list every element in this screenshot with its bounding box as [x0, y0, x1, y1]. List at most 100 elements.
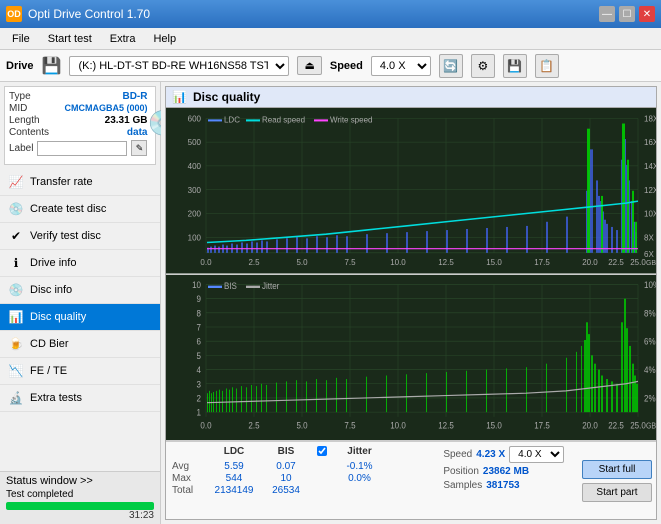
disc-fields: Type BD-R MID CMCMAGBA5 (000) Length 23.… [9, 91, 147, 156]
stats-max-jitter: 0.0% [332, 473, 387, 484]
svg-text:4%: 4% [644, 364, 656, 375]
svg-text:7: 7 [197, 321, 202, 332]
disc-label-input[interactable] [37, 141, 127, 156]
svg-text:14X: 14X [644, 162, 656, 171]
stats-header-row: LDC BIS Jitter [172, 446, 433, 459]
stats-avg-jitter: -0.1% [332, 461, 387, 472]
speed-selector[interactable]: 4.0 X [371, 56, 431, 76]
stats-total-spacer2 [332, 485, 387, 496]
svg-text:3: 3 [197, 378, 202, 389]
start-part-button[interactable]: Start part [582, 483, 652, 502]
speed-stat-value: 4.23 X [476, 449, 505, 460]
nav-cd-bier-label: CD Bier [30, 338, 69, 350]
svg-text:Write speed: Write speed [330, 115, 372, 124]
disc-info-header: Type BD-R MID CMCMAGBA5 (000) Length 23.… [9, 91, 151, 156]
chart2-container: 10 9 8 7 6 5 4 3 2 1 10% 8% 6% [166, 275, 656, 442]
svg-text:22.5: 22.5 [608, 420, 624, 431]
stats-total-ldc: 2134149 [208, 485, 260, 496]
minimize-button[interactable]: — [599, 6, 615, 22]
svg-text:500: 500 [188, 138, 202, 147]
titlebar: OD Opti Drive Control 1.70 — ☐ ✕ [0, 0, 661, 28]
nav-disc-quality[interactable]: 📊 Disc quality [0, 304, 160, 331]
stats-table: LDC BIS Jitter Avg 5.59 0.07 -0.1% [166, 442, 439, 519]
stats-max-ldc: 544 [208, 473, 260, 484]
menubar: File Start test Extra Help [0, 28, 661, 50]
time-display: 31:23 [6, 510, 154, 521]
maximize-button[interactable]: ☐ [619, 6, 635, 22]
svg-text:16X: 16X [644, 138, 656, 147]
jitter-checkbox-cell[interactable] [312, 446, 332, 459]
titlebar-controls: — ☐ ✕ [599, 6, 655, 22]
info-button[interactable]: 📋 [535, 54, 559, 78]
svg-text:10.0: 10.0 [390, 258, 406, 267]
svg-text:10: 10 [192, 279, 201, 290]
eject-button[interactable]: ⏏ [297, 56, 321, 75]
svg-text:8%: 8% [644, 307, 656, 318]
disc-type-value: BD-R [122, 91, 147, 102]
stats-avg-label: Avg [172, 461, 208, 472]
disc-quality-panel: 📊 Disc quality [165, 86, 657, 520]
nav-create-test-disc[interactable]: 💿 Create test disc [0, 196, 160, 223]
bottom-stats: LDC BIS Jitter Avg 5.59 0.07 -0.1% [166, 441, 656, 519]
disc-length-row: Length 23.31 GB [9, 115, 147, 126]
disc-mid-label: MID [9, 103, 27, 114]
stats-total-row: Total 2134149 26534 [172, 485, 433, 496]
nav-extra-tests[interactable]: 🔬 Extra tests [0, 385, 160, 412]
save-button[interactable]: 💾 [503, 54, 527, 78]
drive-selector[interactable]: (K:) HL-DT-ST BD-RE WH16NS58 TST4 [69, 56, 289, 76]
sidebar-nav: 📈 Transfer rate 💿 Create test disc ✔ Ver… [0, 169, 160, 471]
nav-drive-info[interactable]: ℹ Drive info [0, 250, 160, 277]
svg-text:6: 6 [197, 336, 202, 347]
svg-text:7.5: 7.5 [344, 258, 356, 267]
stats-avg-row: Avg 5.59 0.07 -0.1% [172, 461, 433, 472]
drive-info-icon: ℹ [8, 255, 24, 271]
app-icon: OD [6, 6, 22, 22]
speed-stat-dropdown[interactable]: 4.0 X [509, 446, 564, 463]
disc-contents-label: Contents [9, 127, 49, 138]
sidebar-status[interactable]: Status window >> Test completed 31:23 [0, 471, 160, 524]
svg-text:400: 400 [188, 162, 202, 171]
svg-text:22.5: 22.5 [608, 258, 624, 267]
nav-disc-info[interactable]: 💿 Disc info [0, 277, 160, 304]
svg-text:Read speed: Read speed [262, 115, 305, 124]
svg-text:4: 4 [197, 364, 202, 375]
stats-total-label: Total [172, 485, 208, 496]
nav-transfer-rate[interactable]: 📈 Transfer rate [0, 169, 160, 196]
stats-header-empty [172, 446, 208, 459]
start-full-button[interactable]: Start full [582, 460, 652, 479]
stats-total-bis: 26534 [260, 485, 312, 496]
settings-button[interactable]: ⚙ [471, 54, 495, 78]
app-title: Opti Drive Control 1.70 [28, 7, 150, 21]
chart1-container: 600 500 400 300 200 100 18X 16X 14X 12X … [166, 108, 656, 275]
disc-info-panel: Type BD-R MID CMCMAGBA5 (000) Length 23.… [4, 86, 156, 165]
svg-text:2%: 2% [644, 392, 656, 403]
menu-extra[interactable]: Extra [102, 31, 144, 47]
menu-help[interactable]: Help [145, 31, 184, 47]
jitter-checkbox[interactable] [317, 446, 327, 456]
disc-contents-row: Contents data [9, 127, 147, 138]
panel-header-icon: 📊 [172, 90, 187, 104]
nav-cd-bier[interactable]: 🍺 CD Bier [0, 331, 160, 358]
nav-verify-test-disc[interactable]: ✔ Verify test disc [0, 223, 160, 250]
position-stat-value: 23862 MB [483, 466, 529, 477]
svg-text:10.0: 10.0 [390, 420, 406, 431]
status-completed: Test completed [6, 489, 154, 500]
svg-text:2.5: 2.5 [248, 258, 260, 267]
nav-disc-quality-label: Disc quality [30, 311, 86, 323]
svg-text:300: 300 [188, 186, 202, 195]
svg-text:5: 5 [197, 350, 202, 361]
menu-file[interactable]: File [4, 31, 38, 47]
close-button[interactable]: ✕ [639, 6, 655, 22]
svg-text:100: 100 [188, 233, 202, 242]
svg-text:15.0: 15.0 [486, 420, 502, 431]
menu-start-test[interactable]: Start test [40, 31, 100, 47]
svg-text:9: 9 [197, 293, 202, 304]
nav-fe-te[interactable]: 📉 FE / TE [0, 358, 160, 385]
refresh-button[interactable]: 🔄 [439, 54, 463, 78]
panel-title: Disc quality [193, 90, 260, 104]
nav-create-test-disc-label: Create test disc [30, 203, 106, 215]
svg-text:200: 200 [188, 209, 202, 218]
status-text-row: Status window >> [6, 475, 154, 487]
disc-label-edit-button[interactable]: ✎ [131, 140, 147, 156]
svg-text:GB: GB [646, 421, 656, 431]
